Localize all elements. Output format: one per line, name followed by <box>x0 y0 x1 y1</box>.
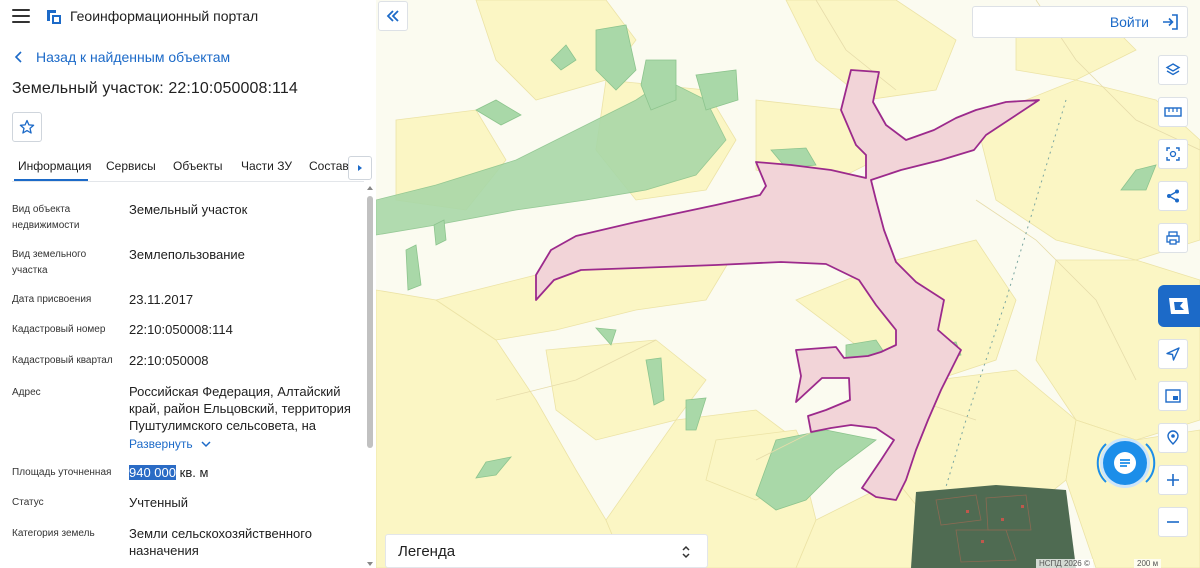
scroll-thumb[interactable] <box>367 196 373 448</box>
object-tabs: Информация Сервисы Объекты Части ЗУ Сост… <box>12 152 364 182</box>
print-icon <box>1166 231 1180 245</box>
tab-services[interactable]: Сервисы <box>106 159 156 173</box>
caret-right-icon <box>358 165 362 171</box>
ruler-icon <box>1164 107 1182 117</box>
chevron-left-icon <box>14 51 22 63</box>
chat-button[interactable] <box>1103 441 1147 485</box>
legend-dropdown[interactable]: Легенда <box>385 534 708 568</box>
zoom-out-button[interactable] <box>1158 507 1188 537</box>
login-icon <box>1163 14 1178 30</box>
chat-widget <box>1094 430 1158 494</box>
property-label: Вид объекта недвижимости <box>12 204 80 231</box>
property-label: Кадастровый номер <box>12 324 106 335</box>
property-label: Категория земель <box>12 528 95 539</box>
layers-button[interactable] <box>1158 55 1188 85</box>
property-value: 22:10:050008 <box>129 353 209 368</box>
property-label: Адрес <box>12 387 41 398</box>
map-layer <box>376 0 1200 568</box>
active-tab-indicator <box>14 179 88 181</box>
area-value: 940 000 кв. м <box>129 464 357 481</box>
expand-label: Развернуть <box>129 437 193 451</box>
expand-address-link[interactable]: Развернуть <box>129 437 211 451</box>
legend-label: Легенда <box>398 542 456 560</box>
cadastral-layer-button[interactable] <box>1158 285 1200 327</box>
share-button[interactable] <box>1158 181 1188 211</box>
up-down-chevron-icon <box>682 545 690 559</box>
area-select-icon <box>1166 147 1180 161</box>
back-to-results-link[interactable]: Назад к найденным объектам <box>12 49 230 65</box>
property-value: Землепользование <box>129 247 245 262</box>
login-label: Войти <box>1109 14 1149 30</box>
tab-parts[interactable]: Части ЗУ <box>241 159 292 173</box>
scroll-down-arrow-icon[interactable] <box>367 562 373 566</box>
cadastral-map-icon <box>1169 298 1189 314</box>
print-button[interactable] <box>1158 223 1188 253</box>
property-label: Дата присвоения <box>12 294 92 305</box>
property-value: Земельный участок <box>129 202 248 217</box>
property-label: Площадь уточненная <box>12 467 112 478</box>
share-icon <box>1167 189 1179 203</box>
zoom-in-button[interactable] <box>1158 465 1188 495</box>
property-list: Вид объекта недвижимости Земельный участ… <box>0 194 364 568</box>
area-number-selected: 940 000 <box>129 465 176 480</box>
navigate-icon <box>1166 347 1180 361</box>
property-value: Учтенный <box>129 495 189 510</box>
panel-header: Геоинформационный портал <box>0 0 376 34</box>
panel-scrollbar[interactable] <box>366 186 374 568</box>
object-title: Земельный участок: 22:10:050008:114 <box>12 80 298 97</box>
login-button[interactable]: Войти <box>972 6 1188 38</box>
property-label: Статус <box>12 497 44 508</box>
back-link-label: Назад к найденным объектам <box>36 49 231 65</box>
chat-icon <box>1114 452 1136 474</box>
map-canvas[interactable] <box>376 0 1200 568</box>
layers-icon <box>1165 63 1181 76</box>
location-icon <box>1167 430 1179 445</box>
tab-info[interactable]: Информация <box>18 159 91 173</box>
double-chevron-left-icon <box>386 10 399 22</box>
property-label: Кадастровый квартал <box>12 355 113 366</box>
zoom-out-icon <box>1167 521 1179 523</box>
area-select-button[interactable] <box>1158 139 1188 169</box>
property-value: 23.11.2017 <box>129 292 194 307</box>
navigate-button[interactable] <box>1158 339 1188 369</box>
favorite-button[interactable] <box>12 112 42 142</box>
zoom-in-icon <box>1167 474 1179 486</box>
map-attribution: НСПД 2026 © <box>1036 559 1093 568</box>
info-panel: Геоинформационный портал Назад к найденн… <box>0 0 376 568</box>
minimap-icon <box>1165 389 1181 403</box>
tab-objects[interactable]: Объекты <box>173 159 223 173</box>
ruler-button[interactable] <box>1158 97 1188 127</box>
area-unit: кв. м <box>179 465 209 480</box>
tabs-scroll-right-button[interactable] <box>348 156 372 180</box>
scroll-up-arrow-icon[interactable] <box>367 186 373 190</box>
property-value: Земли сельскохозяйственного назначения <box>129 526 312 558</box>
map-scale: 200 м <box>1134 559 1162 568</box>
geoportal-logo-icon <box>47 10 61 24</box>
minimap-button[interactable] <box>1158 381 1188 411</box>
collapse-panel-button[interactable] <box>378 1 408 31</box>
star-icon <box>19 119 35 134</box>
chevron-down-icon <box>201 441 211 448</box>
hamburger-icon[interactable] <box>12 9 30 23</box>
location-button[interactable] <box>1158 423 1188 453</box>
portal-title: Геоинформационный портал <box>70 8 259 24</box>
tab-composition[interactable]: Состав <box>309 159 349 173</box>
address-value: Российская Федерация, Алтайский край, ра… <box>129 384 351 433</box>
property-value: 22:10:050008:114 <box>129 322 233 337</box>
property-label: Вид земельного участка <box>12 249 87 276</box>
